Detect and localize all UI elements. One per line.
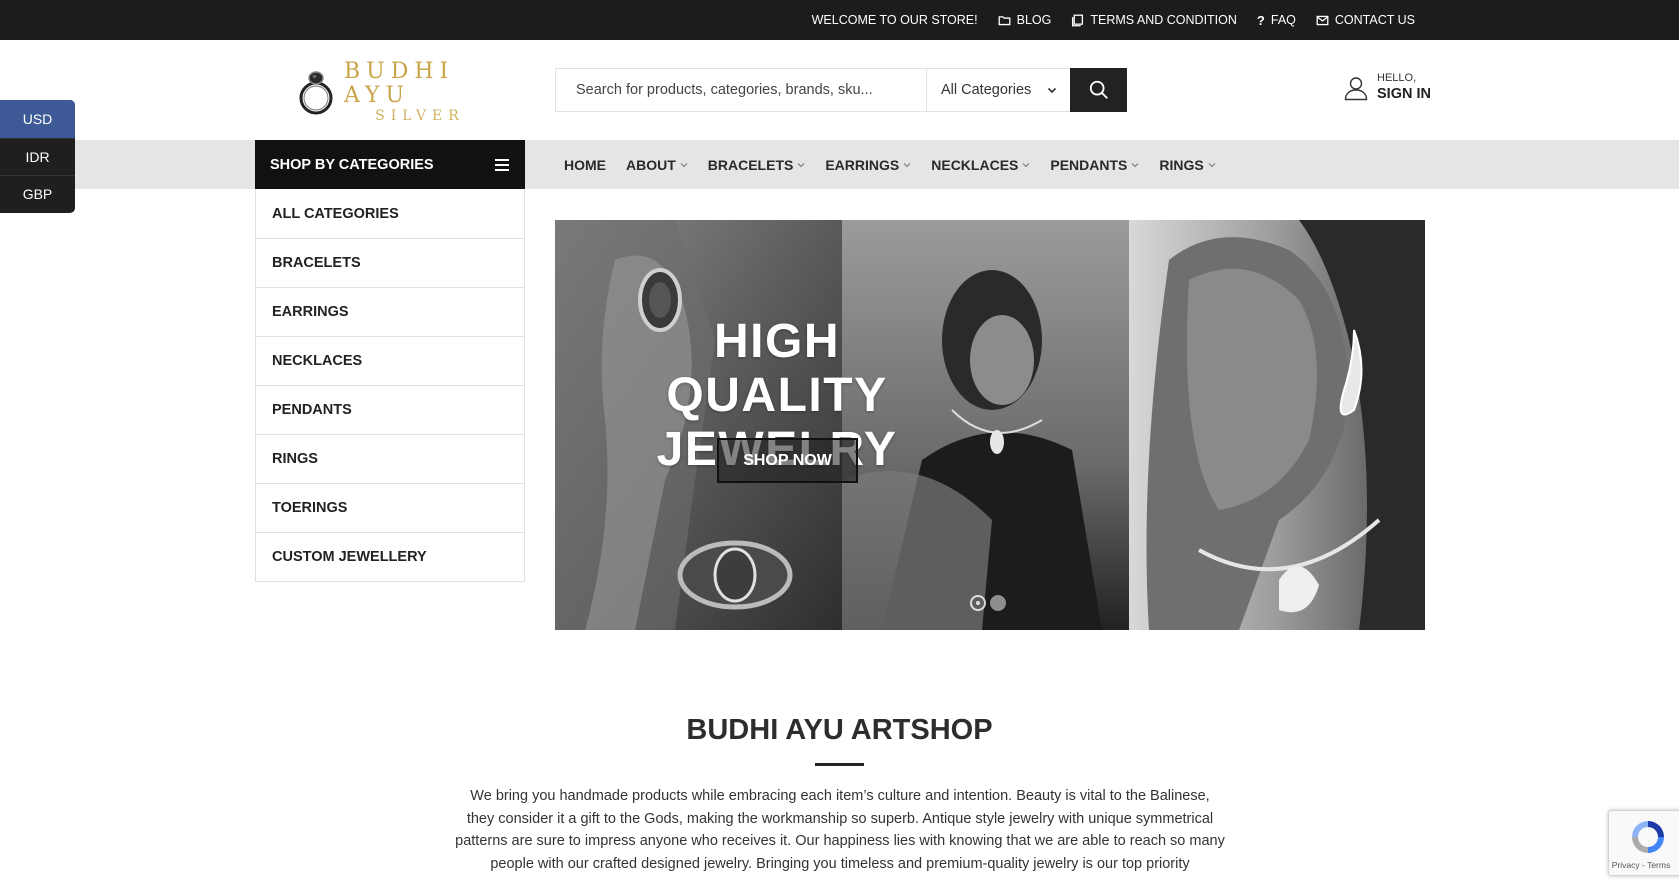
nav-necklaces-label: NECKLACES [931, 156, 1019, 173]
shop-now-button[interactable]: SHOP NOW [717, 438, 858, 483]
shop-by-categories-label: SHOP BY CATEGORIES [270, 156, 434, 173]
currency-idr[interactable]: IDR [0, 137, 75, 176]
category-necklaces[interactable]: NECKLACES [256, 336, 524, 385]
nav-necklaces[interactable]: NECKLACES [931, 157, 1030, 173]
currency-gbp[interactable]: GBP [0, 175, 75, 213]
nav-about[interactable]: ABOUT [626, 157, 688, 173]
nav-about-label: ABOUT [626, 156, 676, 173]
recaptcha-badge[interactable]: Privacy - Terms [1608, 810, 1679, 876]
search-button[interactable] [1070, 68, 1127, 112]
chevron-down-icon [680, 162, 688, 167]
folder-icon [998, 15, 1011, 25]
logo-main-text: BUDHI AYU [344, 59, 455, 108]
category-pendants[interactable]: PENDANTS [256, 385, 524, 434]
user-icon [1344, 76, 1368, 100]
about-title: BUDHI AYU ARTSHOP [686, 714, 993, 746]
contact-label: CONTACT US [1334, 13, 1415, 27]
hero-photo-woman-earring [1129, 220, 1425, 630]
account-link[interactable]: HELLO, SIGN IN [1343, 72, 1431, 103]
hero-slider[interactable]: HIGH QUALITY JEWELRY SHOP NOW [555, 220, 1425, 630]
hamburger-icon [495, 158, 509, 171]
nav-bracelets-label: BRACELETS [707, 156, 794, 173]
chevron-down-icon [1022, 162, 1030, 167]
faq-label: FAQ [1270, 13, 1296, 27]
search-icon [1089, 80, 1108, 99]
account-hello: HELLO, [1377, 72, 1417, 84]
sign-in-label: SIGN IN [1377, 86, 1431, 102]
site-logo[interactable]: BUDHI AYU SILVER [296, 60, 496, 124]
shop-by-categories-button[interactable]: SHOP BY CATEGORIES [255, 140, 525, 189]
currency-usd[interactable]: USD [0, 100, 75, 138]
about-text: We bring you handmade products while emb… [455, 788, 1225, 872]
category-select-value: All Categories [941, 82, 1032, 98]
category-all[interactable]: ALL CATEGORIES [256, 189, 524, 238]
welcome-text: WELCOME TO OUR STORE! [811, 13, 978, 27]
nav-home[interactable]: HOME [564, 157, 606, 173]
chevron-down-icon [1208, 162, 1216, 167]
nav-home-label: HOME [564, 156, 606, 173]
category-select[interactable]: All Categories [927, 69, 1070, 111]
question-icon: ? [1256, 12, 1265, 28]
terms-label: TERMS AND CONDITION [1090, 13, 1237, 27]
terms-link[interactable]: TERMS AND CONDITION [1071, 13, 1237, 27]
contact-link[interactable]: CONTACT US [1316, 13, 1415, 27]
chevron-down-icon [1047, 87, 1057, 94]
account-text: HELLO, SIGN IN [1377, 72, 1431, 103]
ring-logo-icon [296, 68, 340, 116]
faq-link[interactable]: ? FAQ [1257, 13, 1296, 28]
nav-pendants[interactable]: PENDANTS [1050, 157, 1139, 173]
category-toerings[interactable]: TOERINGS [256, 483, 524, 532]
slider-dots [970, 595, 1006, 611]
category-earrings[interactable]: EARRINGS [256, 287, 524, 336]
document-icon [1072, 14, 1084, 26]
category-rings[interactable]: RINGS [256, 434, 524, 483]
chevron-down-icon [1131, 162, 1139, 167]
category-custom-jewellery[interactable]: CUSTOM JEWELLERY [256, 532, 524, 581]
search-input[interactable] [556, 69, 927, 111]
envelope-icon [1316, 15, 1329, 25]
nav-rings-label: RINGS [1159, 156, 1204, 173]
nav-bracelets[interactable]: BRACELETS [708, 157, 806, 173]
search-bar: All Categories [555, 68, 1127, 112]
category-list: ALL CATEGORIES BRACELETS EARRINGS NECKLA… [255, 189, 525, 582]
blog-link[interactable]: BLOG [998, 13, 1052, 27]
about-divider [815, 763, 864, 766]
category-bracelets[interactable]: BRACELETS [256, 238, 524, 287]
recaptcha-icon [1632, 821, 1664, 853]
blog-label: BLOG [1016, 13, 1052, 27]
currency-switcher: USD IDR GBP [0, 100, 75, 213]
logo-sub-text: SILVER [375, 108, 465, 124]
chevron-down-icon [903, 162, 911, 167]
logo-text: BUDHI AYU SILVER [344, 59, 496, 125]
nav-earrings-label: EARRINGS [825, 156, 900, 173]
header: BUDHI AYU SILVER All Categories HELLO, S… [0, 40, 1679, 140]
slider-dot-1[interactable] [970, 595, 986, 611]
recaptcha-links[interactable]: Privacy - Terms [1612, 860, 1670, 870]
main-nav: HOME ABOUT BRACELETS EARRINGS NECKLACES … [564, 140, 1216, 189]
hero-title-line1: HIGH QUALITY [666, 315, 888, 422]
chevron-down-icon [797, 162, 805, 167]
nav-earrings[interactable]: EARRINGS [825, 157, 911, 173]
nav-pendants-label: PENDANTS [1050, 156, 1128, 173]
top-bar: WELCOME TO OUR STORE! BLOG TERMS AND CON… [0, 0, 1679, 40]
top-bar-links: WELCOME TO OUR STORE! BLOG TERMS AND CON… [812, 0, 1415, 40]
slider-dot-2[interactable] [990, 595, 1006, 611]
nav-rings[interactable]: RINGS [1159, 156, 1216, 173]
